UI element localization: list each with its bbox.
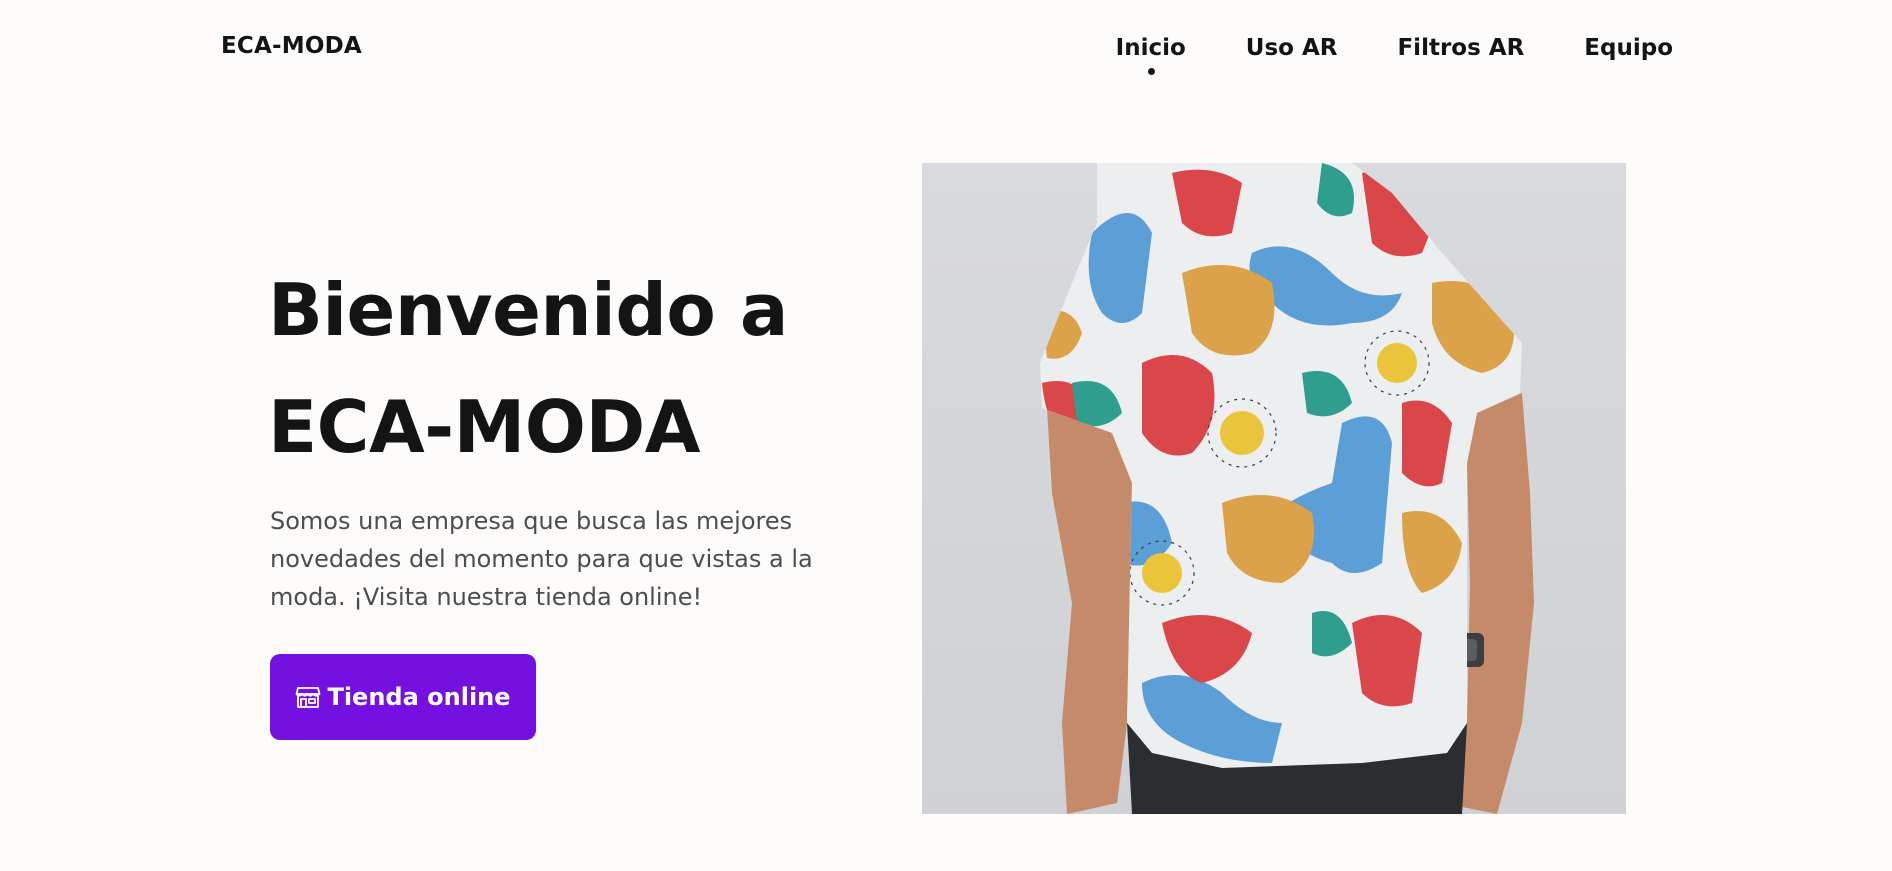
nav-link-inicio[interactable]: Inicio: [1116, 33, 1186, 75]
hero-title-line2: ECA-MODA: [268, 385, 700, 469]
navbar: ECA-MODA Inicio Uso AR Filtros AR Equipo: [0, 0, 1892, 100]
hero-description: Somos una empresa que busca las mejores …: [270, 507, 813, 611]
hero-title: Bienvenido a ECA-MODA: [268, 252, 789, 486]
nav-link-equipo[interactable]: Equipo: [1584, 33, 1673, 63]
hero-title-line1: Bienvenido a: [268, 268, 789, 352]
hero-image: [922, 163, 1626, 814]
shop-online-button-label: Tienda online: [327, 683, 511, 711]
nav-link-uso-ar[interactable]: Uso AR: [1246, 33, 1338, 63]
nav-link-filtros-ar[interactable]: Filtros AR: [1397, 33, 1524, 63]
storefront-icon: [295, 684, 321, 710]
nav-links: Inicio Uso AR Filtros AR Equipo: [1116, 33, 1673, 75]
brand-logo[interactable]: ECA-MODA: [221, 33, 362, 59]
shop-online-button[interactable]: Tienda online: [270, 654, 536, 740]
